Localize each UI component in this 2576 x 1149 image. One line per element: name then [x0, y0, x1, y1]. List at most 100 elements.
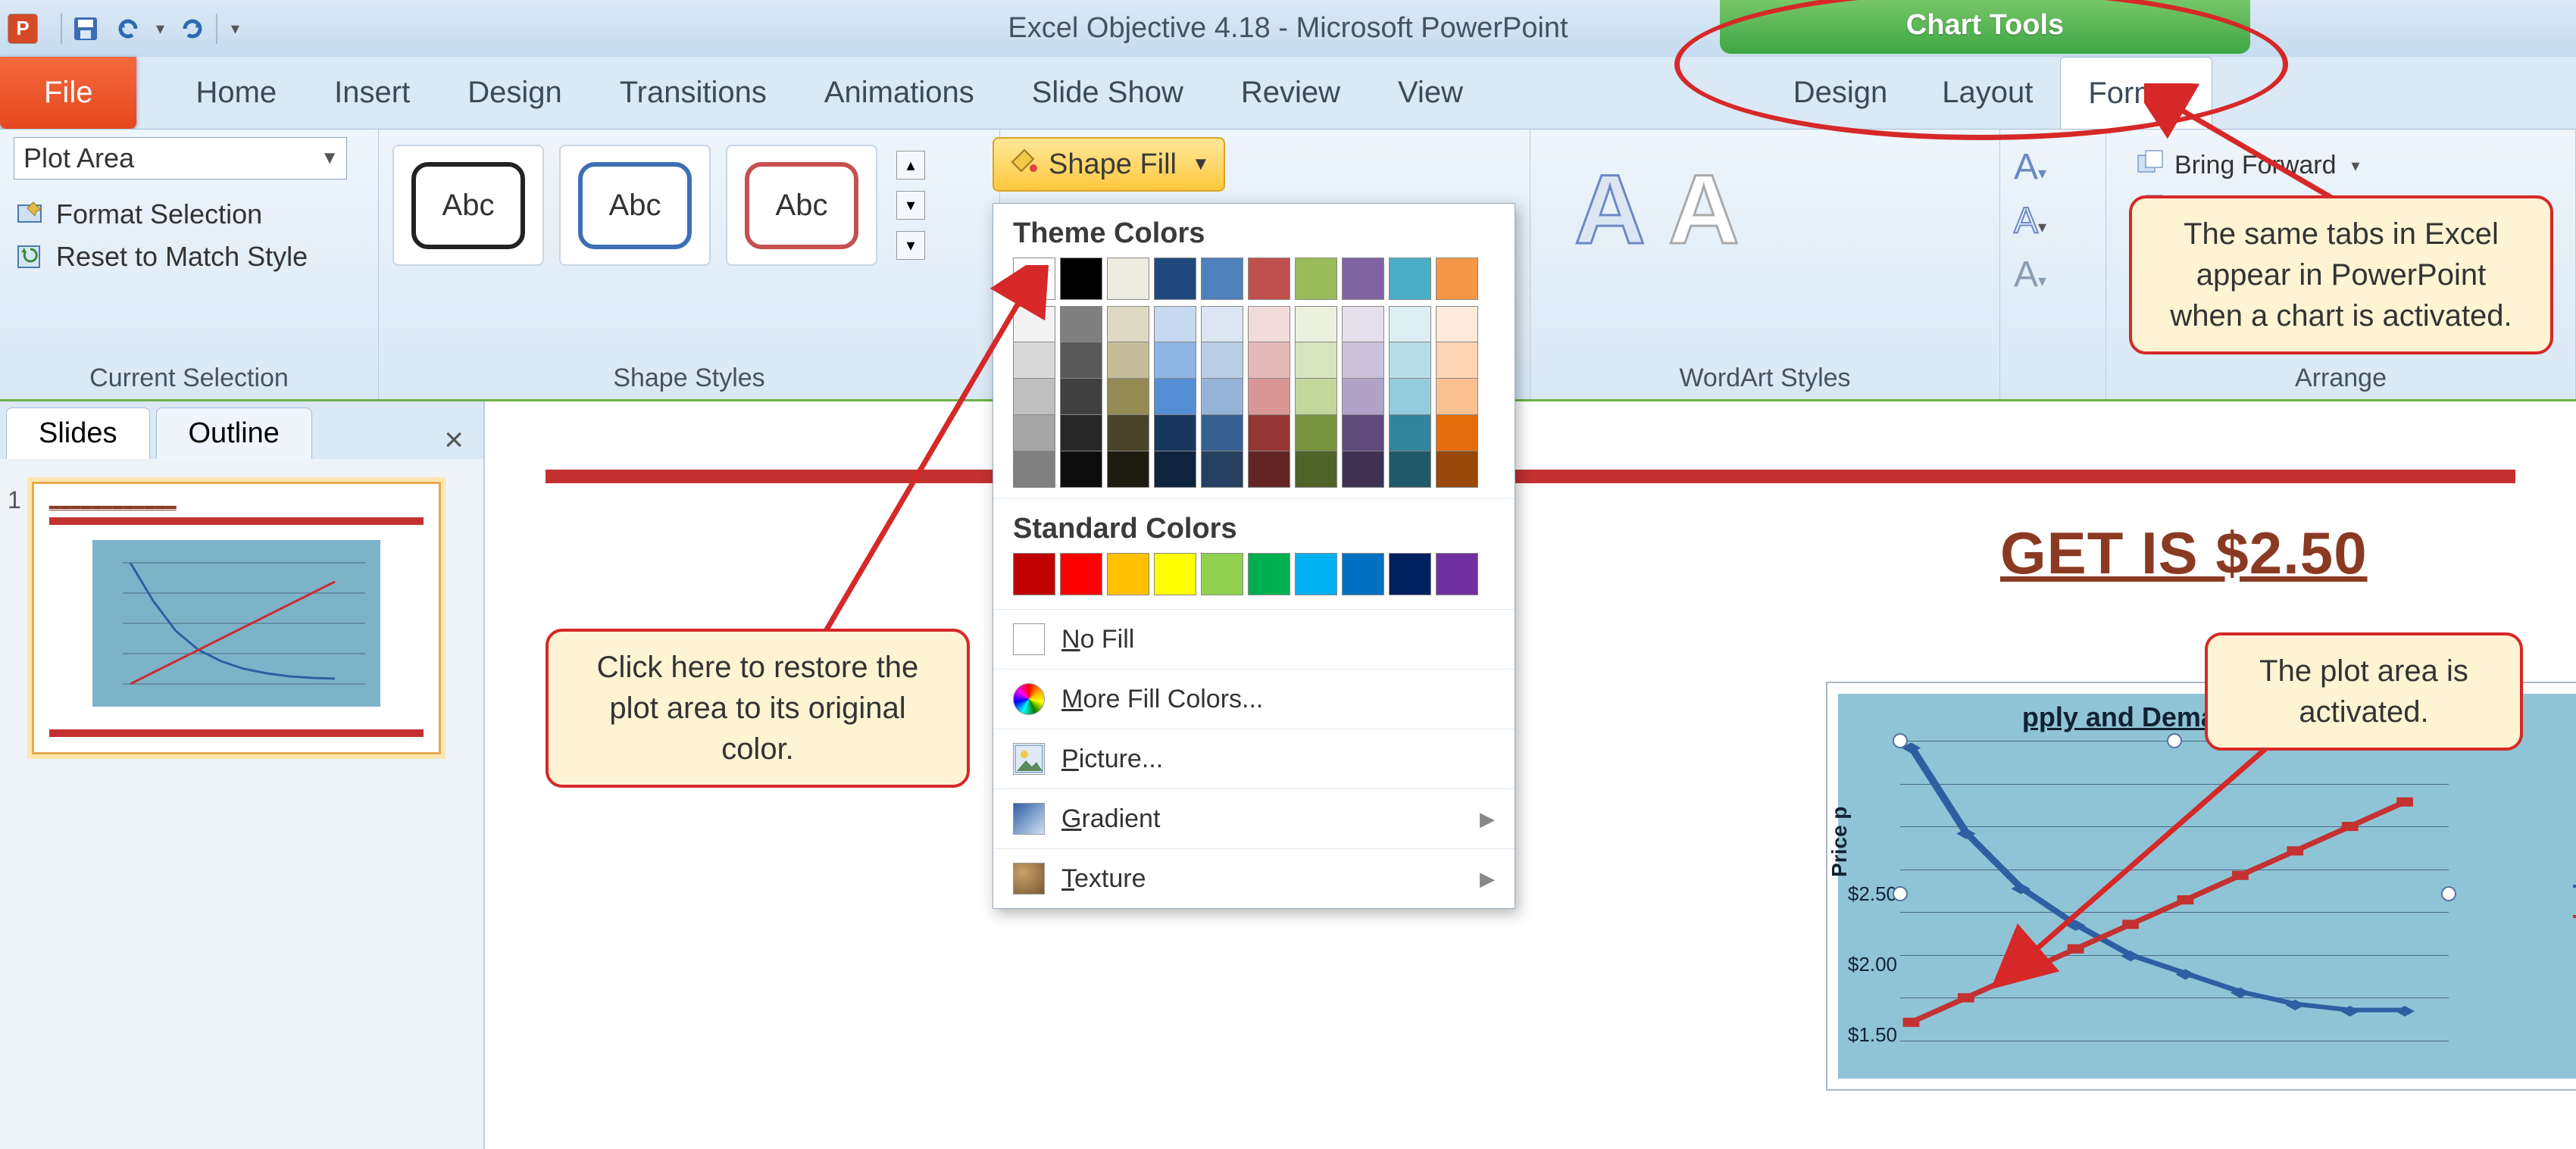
standard-color-swatch[interactable]: [1201, 553, 1243, 595]
theme-shade-swatch[interactable]: [1060, 342, 1102, 379]
text-effects-icon[interactable]: A▾: [2014, 254, 2092, 295]
more-fill-colors-item[interactable]: More Fill Colors...: [993, 669, 1515, 729]
theme-shade-swatch[interactable]: [1107, 306, 1149, 342]
theme-shade-swatch[interactable]: [1154, 379, 1196, 415]
standard-color-swatch[interactable]: [1154, 553, 1196, 595]
theme-shade-swatch[interactable]: [1389, 306, 1431, 342]
theme-shade-swatch[interactable]: [1295, 415, 1337, 451]
theme-color-swatch[interactable]: [1389, 258, 1431, 300]
theme-shade-swatch[interactable]: [1013, 306, 1055, 342]
text-outline-icon[interactable]: A▾: [2014, 200, 2092, 242]
text-fill-icon[interactable]: A▾: [2014, 146, 2092, 188]
theme-shade-swatch[interactable]: [1013, 451, 1055, 488]
theme-shade-swatch[interactable]: [1342, 379, 1384, 415]
theme-shade-swatch[interactable]: [1436, 451, 1478, 488]
chart-legend[interactable]: Demand Supply: [2573, 868, 2576, 935]
theme-shade-swatch[interactable]: [1013, 342, 1055, 379]
bring-forward-button[interactable]: Bring Forward▾: [2135, 148, 2546, 183]
tab-chart-design[interactable]: Design: [1766, 57, 1915, 129]
picture-fill-item[interactable]: Picture...: [993, 729, 1515, 788]
theme-color-swatch[interactable]: [1342, 258, 1384, 300]
theme-shade-swatch[interactable]: [1201, 451, 1243, 488]
theme-color-swatch[interactable]: [1013, 258, 1055, 300]
theme-shade-swatch[interactable]: [1248, 415, 1290, 451]
theme-shade-swatch[interactable]: [1436, 379, 1478, 415]
chart-element-selector[interactable]: Plot Area ▼: [14, 137, 347, 180]
tab-insert[interactable]: Insert: [305, 57, 439, 129]
standard-color-swatch[interactable]: [1248, 553, 1290, 595]
standard-color-swatch[interactable]: [1013, 553, 1055, 595]
theme-shade-swatch[interactable]: [1154, 342, 1196, 379]
theme-shade-swatch[interactable]: [1389, 415, 1431, 451]
theme-shade-swatch[interactable]: [1436, 342, 1478, 379]
save-icon[interactable]: [71, 14, 100, 43]
theme-color-swatch[interactable]: [1154, 258, 1196, 300]
redo-icon[interactable]: [178, 14, 207, 43]
theme-shade-swatch[interactable]: [1342, 415, 1384, 451]
theme-shade-swatch[interactable]: [1295, 379, 1337, 415]
shape-style-preset-1[interactable]: Abc: [392, 145, 544, 266]
shape-style-preset-3[interactable]: Abc: [726, 145, 877, 266]
plot-area[interactable]: $2.50 $2.00 $1.50: [1899, 739, 2450, 1048]
pane-tab-slides[interactable]: Slides: [6, 407, 150, 459]
theme-shade-swatch[interactable]: [1060, 379, 1102, 415]
standard-color-swatch[interactable]: [1107, 553, 1149, 595]
qat-customize-icon[interactable]: ▾: [231, 19, 239, 39]
standard-color-swatch[interactable]: [1295, 553, 1337, 595]
theme-shade-swatch[interactable]: [1060, 451, 1102, 488]
theme-shade-swatch[interactable]: [1436, 306, 1478, 342]
standard-color-swatch[interactable]: [1060, 553, 1102, 595]
pane-tab-outline[interactable]: Outline: [156, 407, 312, 459]
texture-fill-item[interactable]: Texture ▶: [993, 848, 1515, 908]
shape-style-gallery-scroll[interactable]: ▴ ▾ ▾: [893, 145, 929, 266]
gradient-fill-item[interactable]: Gradient ▶: [993, 788, 1515, 848]
theme-shade-swatch[interactable]: [1295, 451, 1337, 488]
theme-color-swatch[interactable]: [1060, 258, 1102, 300]
theme-color-swatch[interactable]: [1436, 258, 1478, 300]
tab-chart-format[interactable]: Format: [2060, 57, 2212, 129]
theme-shade-swatch[interactable]: [1248, 342, 1290, 379]
tab-transitions[interactable]: Transitions: [591, 57, 796, 129]
gallery-more-icon[interactable]: ▾: [896, 231, 925, 260]
shape-style-preset-2[interactable]: Abc: [559, 145, 711, 266]
tab-animations[interactable]: Animations: [796, 57, 1003, 129]
theme-shade-swatch[interactable]: [1107, 415, 1149, 451]
pane-close-icon[interactable]: ×: [444, 421, 464, 459]
shape-fill-button[interactable]: Shape Fill ▼: [993, 137, 1225, 192]
theme-shade-swatch[interactable]: [1436, 415, 1478, 451]
theme-shade-swatch[interactable]: [1342, 342, 1384, 379]
scroll-down-icon[interactable]: ▾: [896, 191, 925, 220]
tab-view[interactable]: View: [1369, 57, 1492, 129]
tab-design[interactable]: Design: [439, 57, 591, 129]
theme-shade-swatch[interactable]: [1201, 342, 1243, 379]
format-selection-button[interactable]: Format Selection: [14, 198, 364, 231]
theme-shade-swatch[interactable]: [1201, 415, 1243, 451]
theme-shade-swatch[interactable]: [1389, 451, 1431, 488]
theme-shade-swatch[interactable]: [1342, 306, 1384, 342]
theme-shade-swatch[interactable]: [1201, 306, 1243, 342]
theme-color-swatch[interactable]: [1295, 258, 1337, 300]
theme-shade-swatch[interactable]: [1013, 415, 1055, 451]
tab-chart-layout[interactable]: Layout: [1915, 57, 2060, 129]
scroll-up-icon[interactable]: ▴: [896, 151, 925, 180]
theme-shade-swatch[interactable]: [1342, 451, 1384, 488]
standard-color-swatch[interactable]: [1342, 553, 1384, 595]
theme-shade-swatch[interactable]: [1107, 342, 1149, 379]
tab-file[interactable]: File: [0, 57, 136, 129]
tab-review[interactable]: Review: [1212, 57, 1369, 129]
standard-color-swatch[interactable]: [1436, 553, 1478, 595]
theme-shade-swatch[interactable]: [1248, 451, 1290, 488]
theme-shade-swatch[interactable]: [1154, 415, 1196, 451]
theme-shade-swatch[interactable]: [1107, 379, 1149, 415]
theme-color-swatch[interactable]: [1107, 258, 1149, 300]
theme-shade-swatch[interactable]: [1248, 379, 1290, 415]
theme-shade-swatch[interactable]: [1389, 342, 1431, 379]
tab-slideshow[interactable]: Slide Show: [1003, 57, 1212, 129]
slide-thumbnail-1[interactable]: ▬▬▬▬▬▬▬▬▬▬▬▬: [32, 482, 441, 754]
theme-shade-swatch[interactable]: [1248, 306, 1290, 342]
theme-shade-swatch[interactable]: [1389, 379, 1431, 415]
theme-shade-swatch[interactable]: [1154, 306, 1196, 342]
theme-color-swatch[interactable]: [1248, 258, 1290, 300]
theme-shade-swatch[interactable]: [1154, 451, 1196, 488]
reset-to-match-style-button[interactable]: Reset to Match Style: [14, 240, 364, 273]
